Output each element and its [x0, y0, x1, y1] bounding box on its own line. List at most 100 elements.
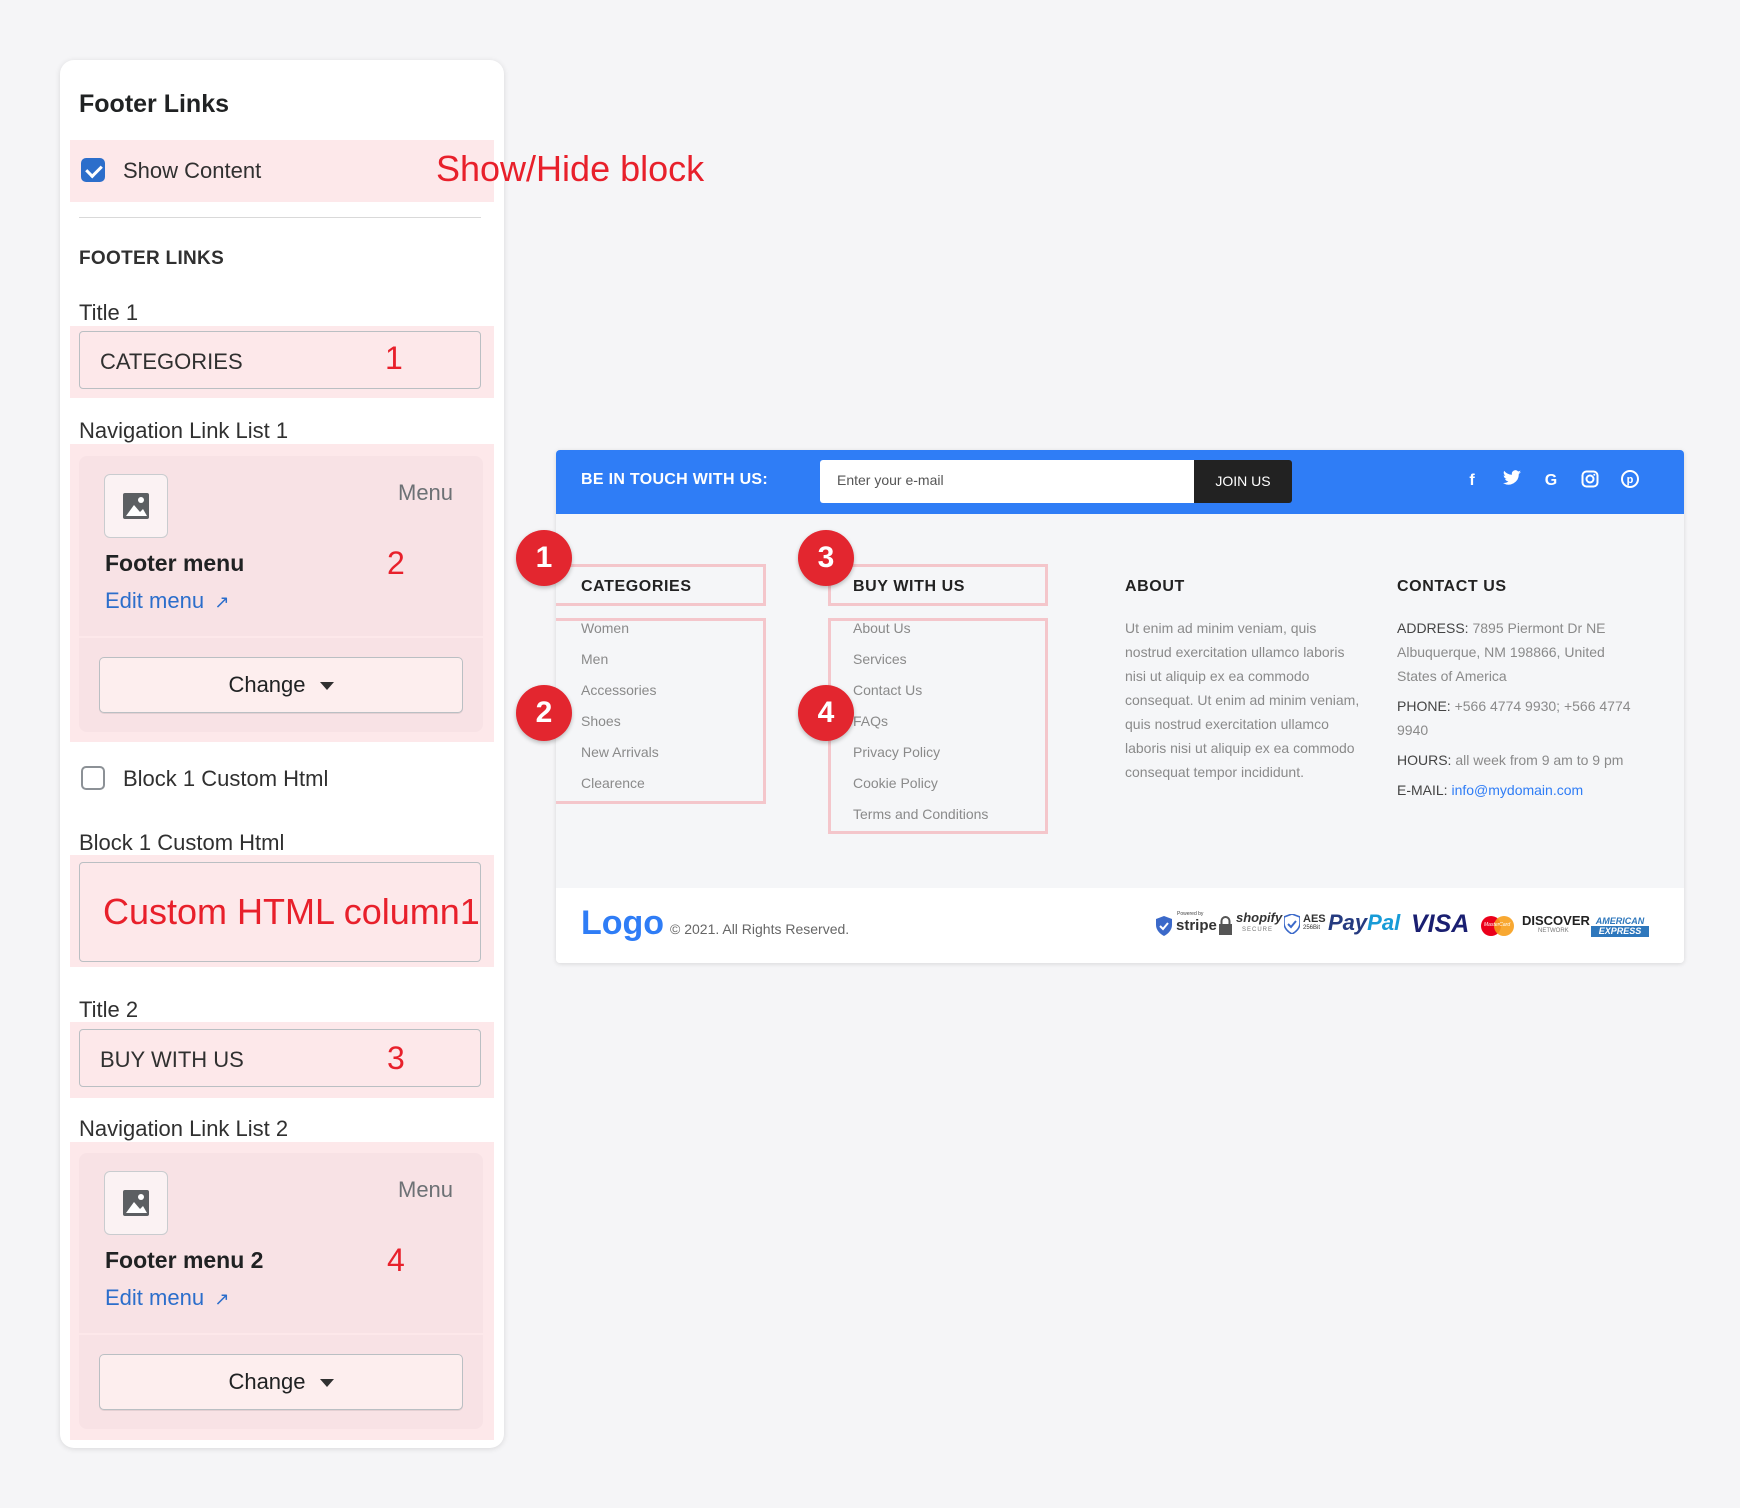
- divider: [79, 217, 481, 218]
- title1-value: CATEGORIES: [100, 349, 243, 374]
- aes-sub-text: 256Bit: [1303, 925, 1321, 931]
- aes-badge: AES 256Bit: [1284, 913, 1326, 938]
- annotation-1: 1: [385, 340, 403, 376]
- hours-value: all week from 9 am to 9 pm: [1455, 752, 1624, 768]
- shopify-text: shopify: [1236, 910, 1283, 925]
- hours-label: HOURS:: [1397, 752, 1452, 768]
- annotation-box-2: [556, 618, 766, 804]
- discover-sub-text: NETWORK: [1538, 928, 1569, 934]
- mastercard-logo: MasterCard: [1481, 914, 1517, 938]
- email-link[interactable]: info@mydomain.com: [1451, 782, 1583, 798]
- caret-down-icon: [319, 682, 334, 691]
- paypal-pay: Pay: [1328, 910, 1368, 935]
- change-menu2-label: Change: [228, 1369, 306, 1394]
- facebook-icon[interactable]: f: [1461, 470, 1483, 492]
- newsletter-bar: BE IN TOUCH WITH US: Enter your e-mail J…: [556, 450, 1684, 514]
- change-menu1-label: Change: [228, 672, 306, 697]
- badge-1: 1: [516, 530, 572, 586]
- mastercard-text: MasterCard: [1484, 922, 1511, 928]
- address-line: States of America: [1397, 668, 1507, 684]
- edit-menu1-label: Edit menu: [105, 588, 205, 613]
- shopify-badge: shopify SECURE: [1218, 910, 1283, 938]
- address-line: Albuquerque, NM 198866, United: [1397, 644, 1605, 660]
- settings-panel: Footer Links Show Content FOOTER LINKS T…: [60, 60, 504, 1448]
- section-heading: FOOTER LINKS: [79, 248, 225, 269]
- about-line: consequat tempor incididunt.: [1125, 764, 1304, 780]
- edit-menu2-link[interactable]: Edit menu ↗: [105, 1285, 230, 1311]
- menu2-kind: Menu: [398, 1177, 454, 1202]
- title2-input[interactable]: BUY WITH US: [79, 1029, 481, 1087]
- badge-4: 4: [798, 685, 854, 741]
- pinterest-icon[interactable]: p: [1619, 470, 1641, 492]
- contact-title: CONTACT US: [1397, 578, 1507, 595]
- card-separator: [79, 636, 483, 638]
- caret-down-icon: [319, 1379, 334, 1388]
- shopify-sub-text: SECURE: [1242, 927, 1274, 933]
- discover-text: DISCOVER: [1522, 913, 1590, 928]
- google-icon[interactable]: G: [1540, 470, 1562, 492]
- card-separator: [79, 1333, 483, 1335]
- menu2-thumbnail: [104, 1171, 168, 1235]
- newsletter-label: BE IN TOUCH WITH US:: [581, 471, 769, 488]
- annotation-3: 3: [387, 1040, 405, 1076]
- title2-value: BUY WITH US: [100, 1047, 244, 1072]
- contact-details: ADDRESS: 7895 Piermont Dr NE Albuquerque…: [1397, 616, 1657, 802]
- custom-html-checkbox[interactable]: [81, 766, 105, 790]
- title1-input[interactable]: CATEGORIES: [79, 331, 481, 389]
- stripe-badge: Powered by stripe: [1156, 911, 1217, 938]
- about-line: nostrud exercitation ullamco laboris: [1125, 644, 1345, 660]
- change-menu1-button[interactable]: Change: [99, 657, 463, 713]
- phone-label: PHONE:: [1397, 698, 1451, 714]
- annotation-4: 4: [387, 1242, 405, 1278]
- external-link-icon: ↗: [214, 592, 230, 612]
- svg-text:p: p: [1627, 474, 1634, 486]
- email-label: E-MAIL:: [1397, 782, 1448, 798]
- join-us-button[interactable]: JOIN US: [1194, 460, 1292, 503]
- amex-logo: AMERICAN EXPRESS: [1591, 916, 1649, 938]
- visa-logo: VISA: [1411, 910, 1470, 938]
- newsletter-placeholder: Enter your e-mail: [837, 472, 944, 488]
- annotation-2: 2: [387, 545, 405, 581]
- about-text: Ut enim ad minim veniam, quis nostrud ex…: [1125, 616, 1375, 784]
- paypal-logo: PayPal: [1328, 910, 1400, 936]
- amex-line1: AMERICAN: [1595, 916, 1645, 926]
- menu1-kind: Menu: [398, 480, 454, 505]
- aes-text: AES: [1303, 913, 1326, 925]
- about-line: Ut enim ad minim veniam, quis: [1125, 620, 1317, 636]
- external-link-icon: ↗: [214, 1289, 230, 1309]
- twitter-icon[interactable]: [1501, 470, 1523, 492]
- change-menu2-button[interactable]: Change: [99, 1354, 463, 1410]
- phone-line: 9940: [1397, 722, 1429, 738]
- paypal-pal: Pal: [1367, 910, 1401, 935]
- image-icon: [123, 493, 149, 519]
- edit-menu1-link[interactable]: Edit menu ↗: [105, 588, 230, 614]
- stripe-text: stripe: [1176, 917, 1217, 934]
- amex-line2: EXPRESS: [1591, 926, 1649, 937]
- custom-html-textarea[interactable]: Custom HTML column1: [79, 862, 481, 962]
- instagram-icon[interactable]: [1579, 470, 1601, 492]
- panel-title: Footer Links: [79, 90, 230, 118]
- about-line: consequat. Ut enim ad minim veniam,: [1125, 692, 1360, 708]
- custom-html-label: Block 1 Custom Html: [79, 830, 285, 855]
- annotation-box-1: [556, 564, 766, 606]
- show-hide-annotation: Show/Hide block: [436, 148, 705, 189]
- logo[interactable]: Logo: [581, 904, 664, 943]
- edit-menu2-label: Edit menu: [105, 1285, 205, 1310]
- nav-list2-label: Navigation Link List 2: [79, 1116, 289, 1141]
- about-line: nisi ut aliquip ex ea commodo: [1125, 668, 1310, 684]
- title2-label: Title 2: [79, 997, 139, 1022]
- shield-check-icon: [1156, 916, 1172, 936]
- address-label: ADDRESS:: [1397, 620, 1469, 636]
- copyright: © 2021. All Rights Reserved.: [670, 921, 850, 937]
- annotation-box-3: [828, 564, 1048, 606]
- menu1-thumbnail: [104, 474, 168, 538]
- badge-2: 2: [516, 685, 572, 741]
- about-title: ABOUT: [1125, 578, 1185, 595]
- annotation-box-4: [828, 618, 1048, 834]
- footer-preview: BE IN TOUCH WITH US: Enter your e-mail J…: [556, 450, 1684, 963]
- image-icon: [123, 1190, 149, 1216]
- newsletter-email-input[interactable]: Enter your e-mail: [820, 460, 1194, 503]
- nav-list1-label: Navigation Link List 1: [79, 418, 289, 443]
- show-content-checkbox[interactable]: [81, 158, 105, 182]
- custom-html-toggle-label: Block 1 Custom Html: [123, 766, 329, 791]
